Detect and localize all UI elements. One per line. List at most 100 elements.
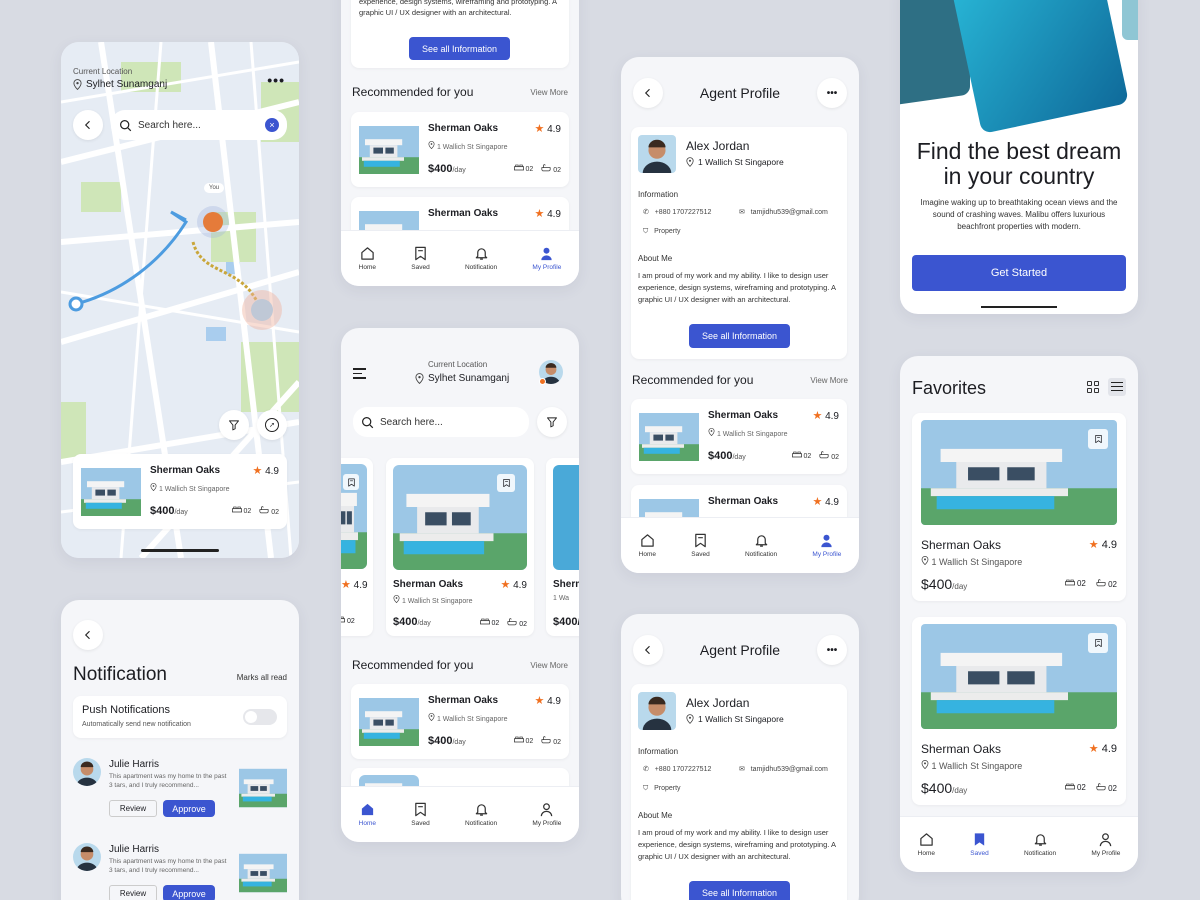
compass-icon: ➚	[265, 418, 279, 432]
property-thumbnail	[639, 406, 699, 468]
bookmark-icon[interactable]	[497, 474, 515, 492]
bookmark-icon[interactable]	[343, 474, 359, 490]
review-button[interactable]: Review	[109, 800, 157, 817]
section-title: Recommended for you	[352, 658, 474, 672]
push-toggle[interactable]	[243, 709, 277, 725]
more-icon[interactable]: •••	[267, 72, 285, 88]
nav-notification[interactable]: Notification	[1024, 832, 1056, 857]
carousel-card[interactable]: Sherm 1 Wa $400/	[546, 458, 579, 636]
compass-button[interactable]: ➚	[257, 410, 287, 440]
map-screen: You Current Location Sylhet Sunamganj ••…	[61, 42, 299, 558]
nav-home[interactable]: Home	[359, 802, 376, 827]
grid-view-icon[interactable]	[1087, 381, 1099, 393]
features: 02 02	[514, 164, 561, 174]
bookmark-icon	[413, 246, 428, 261]
notification-item[interactable]: Julie Harris This apartment was my home …	[73, 758, 287, 828]
nav-home[interactable]: Home	[359, 246, 376, 271]
approve-button[interactable]: Approve	[163, 885, 215, 900]
about-heading: About Me	[638, 254, 673, 263]
agent-profile-screen: Agent Profile ••• Alex Jordan 1 Wallich …	[621, 57, 859, 573]
body-text: Imagine waking up to breathtaking ocean …	[920, 198, 1118, 231]
review-button[interactable]: Review	[109, 885, 157, 900]
agent-name: Alex Jordan	[686, 696, 750, 710]
favorite-card[interactable]: Sherman Oaks ★ 4.9 1 Wallich St Singapor…	[912, 617, 1126, 805]
avatar	[73, 843, 101, 871]
search-input[interactable]: Search here... ×	[111, 110, 287, 140]
see-all-button[interactable]: See all Information	[409, 37, 510, 60]
bell-icon	[754, 533, 769, 548]
bath-icon	[819, 451, 829, 459]
bath-icon	[1096, 579, 1106, 587]
location-row[interactable]: Sylhet Sunamganj	[415, 373, 509, 384]
list-view-icon[interactable]	[1108, 378, 1126, 396]
search-input[interactable]: Search here...	[353, 407, 529, 437]
view-more-link[interactable]: View More	[530, 661, 568, 670]
nav-saved[interactable]: Saved	[970, 832, 989, 857]
nav-my-profile[interactable]: My Profile	[532, 802, 561, 827]
bed-icon	[480, 618, 490, 625]
phone-number[interactable]: ✆ +880 1707227512	[643, 208, 711, 216]
see-all-button[interactable]: See all Information	[689, 881, 790, 900]
mark-all-read-link[interactable]: Marks all read	[237, 673, 287, 682]
clear-icon[interactable]: ×	[265, 118, 279, 132]
property-link[interactable]: ⛉ Property	[643, 785, 681, 793]
property-card[interactable]: Sherman Oaks ★ 4.9 1 Wallich St Singapor…	[351, 112, 569, 187]
more-button[interactable]: •••	[817, 78, 847, 108]
property-card[interactable]: Sherman Oaks ★ 4.9 1 Wallich St Singapor…	[351, 684, 569, 759]
approve-button[interactable]: Approve	[163, 800, 215, 817]
property-address: 1 Wallich St Singapore	[708, 428, 788, 438]
email[interactable]: ✉ tamjidhu539@gmail.com	[739, 765, 828, 773]
view-more-link[interactable]: View More	[810, 376, 848, 385]
location-row[interactable]: Sylhet Sunamganj	[73, 79, 167, 90]
property-name: Sherman Oaks	[393, 579, 464, 590]
star-icon: ★	[812, 495, 823, 508]
information-heading: Information	[638, 747, 679, 756]
bookmark-icon	[413, 802, 428, 817]
email[interactable]: ✉ tamjidhu539@gmail.com	[739, 208, 828, 216]
nav-home[interactable]: Home	[918, 832, 935, 857]
pin-icon	[921, 760, 929, 769]
nav-notification[interactable]: Notification	[745, 533, 777, 558]
back-button[interactable]	[73, 110, 103, 140]
bookmark-icon[interactable]	[1088, 633, 1108, 653]
more-button[interactable]: •••	[817, 635, 847, 665]
nav-saved[interactable]: Saved	[411, 802, 430, 827]
nav-notification[interactable]: Notification	[465, 246, 497, 271]
notification-item[interactable]: Julie Harris This apartment was my home …	[73, 843, 287, 900]
push-subtitle: Automatically send new notification	[82, 721, 191, 728]
search-icon	[119, 119, 132, 132]
bookmark-icon	[972, 832, 987, 847]
nav-my-profile[interactable]: My Profile	[812, 533, 841, 558]
property-card[interactable]: Sherman Oaks ★ 4.9 1 Wallich St Singapor…	[73, 454, 287, 529]
bath-icon	[541, 736, 551, 744]
nav-saved[interactable]: Saved	[691, 533, 710, 558]
about-card: experience, design systems, wireframing …	[351, 0, 569, 68]
phone-number[interactable]: ✆ +880 1707227512	[643, 765, 711, 773]
star-icon: ★	[534, 694, 545, 707]
section-title: Recommended for you	[632, 373, 754, 387]
filter-button[interactable]	[537, 407, 567, 437]
filter-button[interactable]	[219, 410, 249, 440]
bookmark-icon[interactable]	[1088, 429, 1108, 449]
carousel-card[interactable]: Sherman Oaks ★ 4.9 1 Wallich St Singapor…	[386, 458, 534, 636]
see-all-button[interactable]: See all Information	[689, 324, 790, 348]
nav-notification[interactable]: Notification	[465, 802, 497, 827]
reviewer-name: Julie Harris	[109, 844, 160, 855]
nav-my-profile[interactable]: My Profile	[532, 246, 561, 271]
property-thumbnail	[239, 764, 287, 812]
back-button[interactable]	[73, 620, 103, 650]
property-link[interactable]: ⛉ Property	[643, 228, 681, 236]
carousel-card[interactable]: ★ 4.9 02	[341, 458, 373, 636]
bed-icon	[514, 164, 524, 171]
nav-saved[interactable]: Saved	[411, 246, 430, 271]
favorite-card[interactable]: Sherman Oaks ★ 4.9 1 Wallich St Singapor…	[912, 413, 1126, 601]
menu-icon[interactable]	[353, 368, 366, 379]
pin-icon	[708, 428, 715, 436]
bottom-nav: Home Saved Notification My Profile	[341, 786, 579, 842]
property-name: Sherman Oaks	[708, 495, 779, 507]
view-more-link[interactable]: View More	[530, 88, 568, 97]
property-card[interactable]: Sherman Oaks ★ 4.9 1 Wallich St Singapor…	[631, 399, 847, 474]
get-started-button[interactable]: Get Started	[912, 255, 1126, 291]
nav-home[interactable]: Home	[639, 533, 656, 558]
nav-my-profile[interactable]: My Profile	[1091, 832, 1120, 857]
